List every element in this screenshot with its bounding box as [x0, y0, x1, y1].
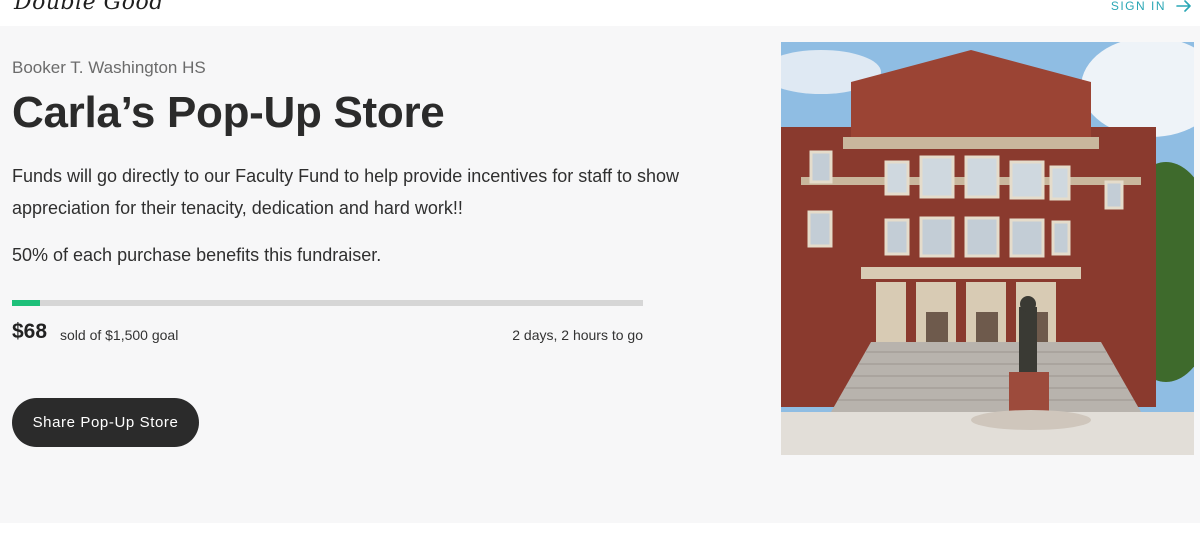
school-building-photo — [781, 42, 1194, 455]
store-description: Funds will go directly to our Faculty Fu… — [12, 166, 679, 218]
share-store-button[interactable]: Share Pop-Up Store — [12, 398, 199, 447]
progress-bar — [12, 300, 643, 306]
time-remaining: 2 days, 2 hours to go — [512, 327, 643, 343]
sold-goal-label: sold of $1,500 goal — [60, 327, 179, 343]
arrow-right-icon — [1176, 0, 1192, 12]
double-good-logo[interactable]: Double Good — [14, 0, 164, 15]
sign-in-label: SIGN IN — [1110, 0, 1166, 13]
benefit-text: 50% of each purchase benefits this fundr… — [12, 245, 382, 265]
top-bar: Double Good SIGN IN — [0, 0, 1200, 26]
store-title: Carla’s Pop-Up Store — [12, 88, 445, 137]
progress-fill — [12, 300, 41, 306]
school-name: Booker T. Washington HS — [12, 58, 206, 77]
sold-amount: $68 — [12, 320, 48, 343]
sign-in-link[interactable]: SIGN IN — [1111, 0, 1192, 13]
